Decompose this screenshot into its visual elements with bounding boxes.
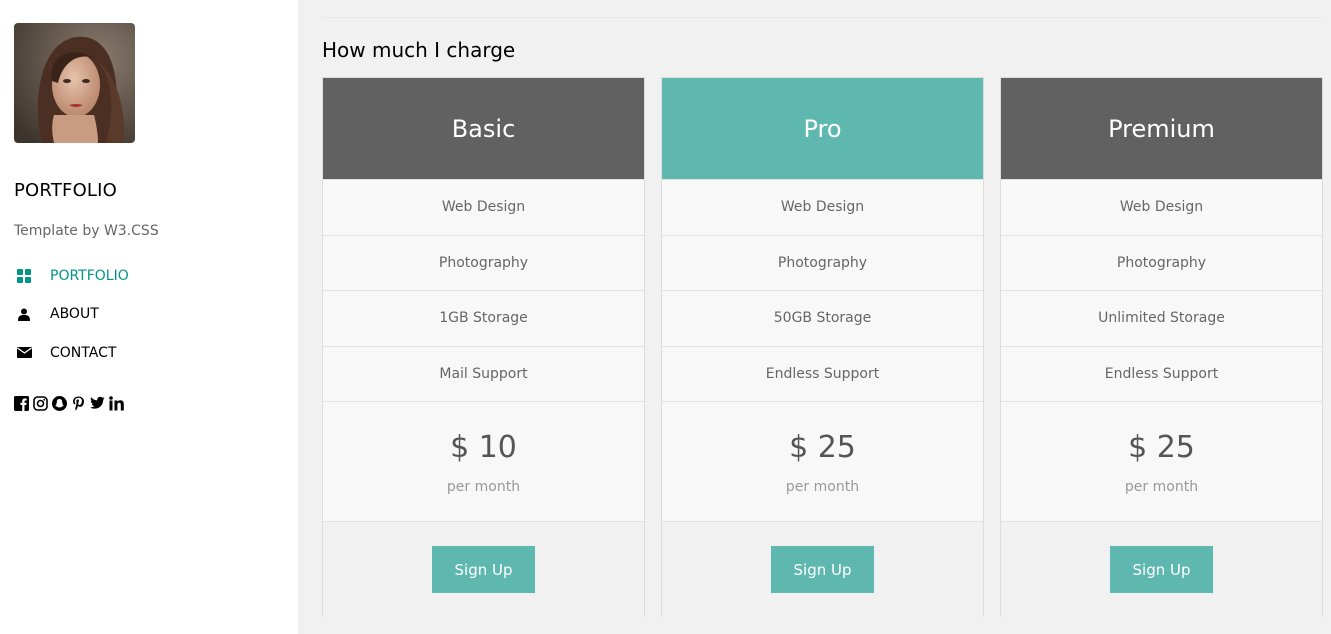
pricing-card-premium: Premium Web Design Photography Unlimited… <box>1000 77 1323 617</box>
grid-icon <box>14 268 34 283</box>
envelope-icon <box>14 346 34 360</box>
social-links <box>14 395 124 411</box>
plan-name: Basic <box>323 78 644 179</box>
plan-feature: 50GB Storage <box>662 290 983 346</box>
price-block: $ 25 per month <box>662 401 983 521</box>
plan-feature: Web Design <box>323 179 644 235</box>
card-footer: Sign Up <box>323 521 644 617</box>
plan-feature: Endless Support <box>1001 345 1322 402</box>
avatar <box>14 23 135 143</box>
plan-feature: Photography <box>323 234 644 291</box>
plan-feature: Mail Support <box>323 345 644 402</box>
nav-item-label: CONTACT <box>50 344 117 361</box>
plan-feature: Web Design <box>1001 179 1322 235</box>
pricing-card-basic: Basic Web Design Photography 1GB Storage… <box>322 77 645 617</box>
tagline: Template by W3.CSS <box>14 223 159 239</box>
user-icon <box>14 307 34 321</box>
plan-period: per month <box>1124 479 1199 495</box>
nav-item-label: ABOUT <box>50 306 99 322</box>
twitter-icon[interactable] <box>90 395 105 411</box>
nav-item-portfolio[interactable]: PORTFOLIO <box>14 266 129 285</box>
divider <box>322 17 1322 18</box>
plan-feature: Endless Support <box>662 345 983 402</box>
plan-feature: Unlimited Storage <box>1001 290 1322 346</box>
linkedin-icon[interactable] <box>109 395 124 411</box>
signup-button-basic[interactable]: Sign Up <box>432 546 535 593</box>
signup-button-pro[interactable]: Sign Up <box>771 546 874 593</box>
plan-price: $ 25 <box>1128 430 1195 465</box>
sidebar: PORTFOLIO Template by W3.CSS PORTFOLIO A… <box>0 0 298 634</box>
plan-feature: 1GB Storage <box>323 290 644 346</box>
signup-button-premium[interactable]: Sign Up <box>1110 546 1213 593</box>
card-footer: Sign Up <box>1001 521 1322 617</box>
price-block: $ 25 per month <box>1001 401 1322 521</box>
plan-period: per month <box>785 479 860 495</box>
instagram-icon[interactable] <box>33 395 48 411</box>
plan-period: per month <box>446 479 521 495</box>
plan-feature: Photography <box>1001 234 1322 291</box>
pinterest-icon[interactable] <box>71 395 86 411</box>
plan-name: Premium <box>1001 78 1322 179</box>
section-title: How much I charge <box>322 38 516 62</box>
nav-item-label: PORTFOLIO <box>50 267 129 284</box>
facebook-icon[interactable] <box>14 395 29 411</box>
snapchat-icon[interactable] <box>52 395 67 411</box>
nav-item-about[interactable]: ABOUT <box>14 305 129 324</box>
plan-feature: Photography <box>662 234 983 291</box>
brand-title: PORTFOLIO <box>14 180 118 201</box>
sidebar-nav: PORTFOLIO ABOUT CONTACT <box>14 266 129 382</box>
plan-feature: Web Design <box>662 179 983 235</box>
plan-name: Pro <box>662 78 983 179</box>
pricing-card-pro: Pro Web Design Photography 50GB Storage … <box>661 77 984 617</box>
avatar-image <box>14 23 135 143</box>
card-footer: Sign Up <box>662 521 983 617</box>
price-block: $ 10 per month <box>323 401 644 521</box>
plan-price: $ 10 <box>450 430 517 465</box>
plan-price: $ 25 <box>789 430 856 465</box>
nav-item-contact[interactable]: CONTACT <box>14 343 129 362</box>
